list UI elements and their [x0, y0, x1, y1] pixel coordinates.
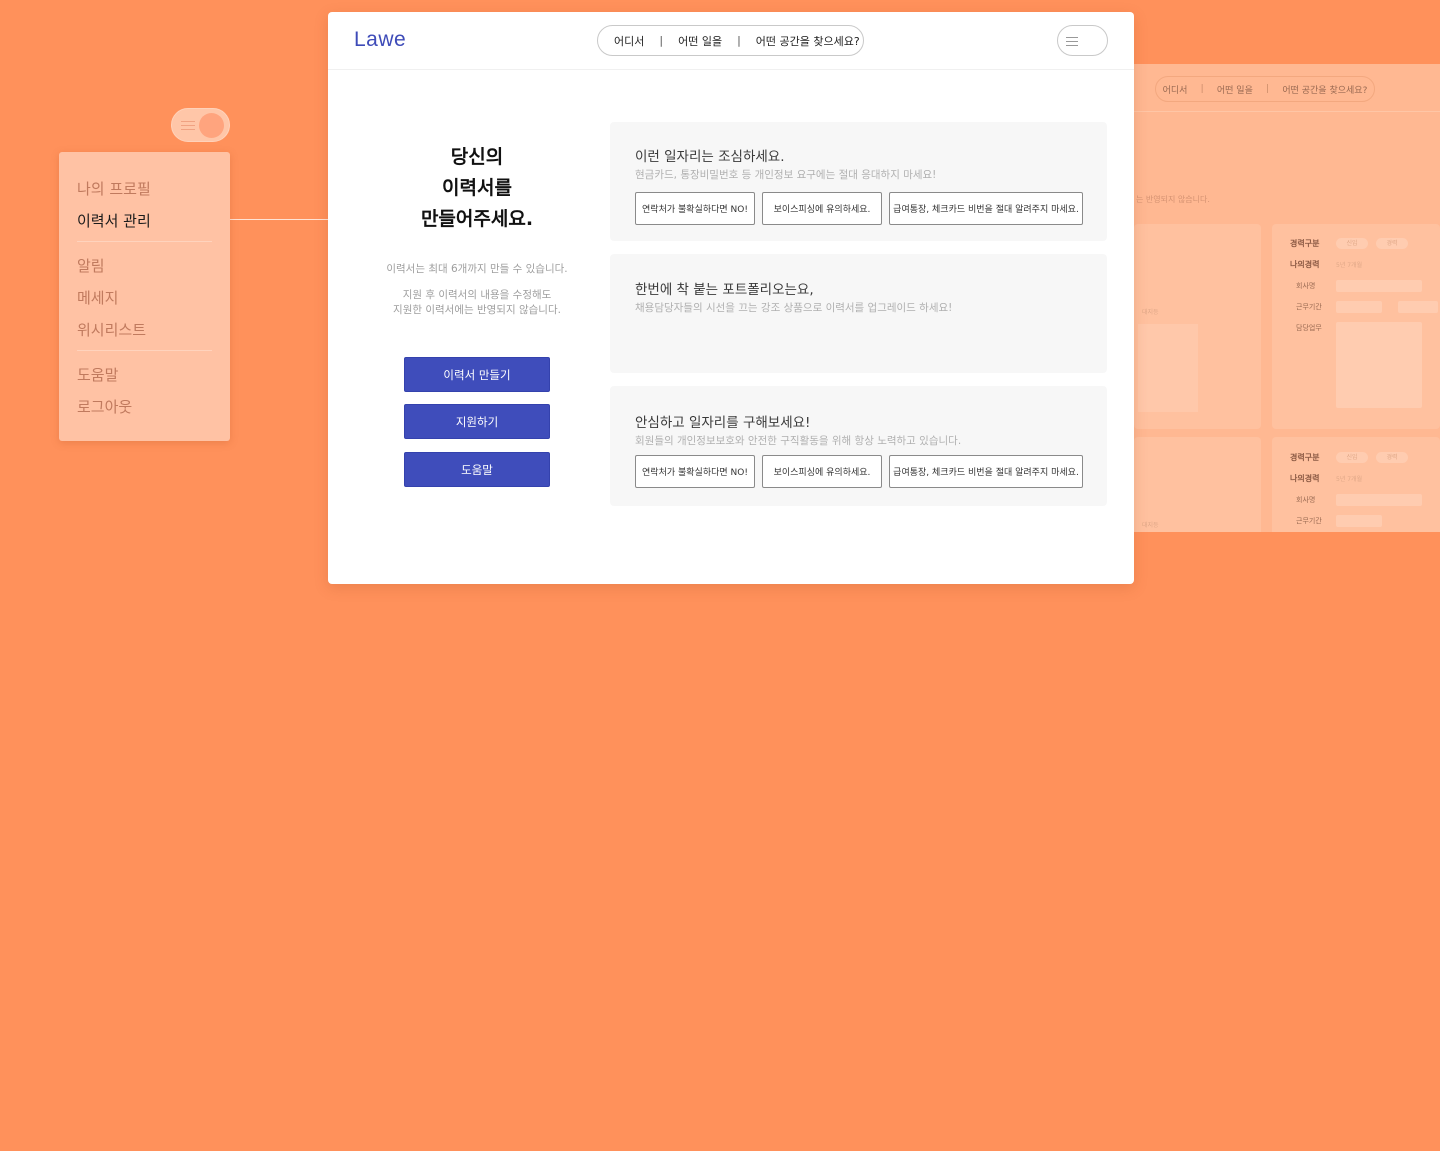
search-where[interactable]: 어디서: [614, 33, 644, 49]
ghost-note: 는 반영되지 않습니다.: [1136, 195, 1210, 204]
ghost-chip: 신입: [1336, 238, 1368, 249]
card-description: 회원들의 개인정보보호와 안전한 구직활동을 위해 항상 노력하고 있습니다.: [635, 435, 962, 447]
ghost-bar: [1336, 279, 1422, 292]
edit-note-line: 지원한 이력서에는 반영되지 않습니다.: [393, 304, 561, 316]
ghost-header: 어디서 | 어떤 일을 | 어떤 공간을 찾으세요?: [1134, 64, 1440, 112]
ghost-row-value: 5년 7개월: [1336, 476, 1363, 483]
tip-chip[interactable]: 연락처가 불확실하다면 NO!: [635, 455, 755, 488]
ghost-bar: [1336, 321, 1422, 408]
avatar-knob: [199, 113, 224, 138]
page-title: 당신의 이력서를 만들어주세요.: [388, 142, 566, 235]
ghost-faint-label: 대지등: [1142, 522, 1159, 529]
tip-chip[interactable]: 연락처가 불확실하다면 NO!: [635, 192, 755, 225]
ghost-career-block: 경력구분 신입 경력 나의경력 5년 7개월 회사명 근무기간 담당업무: [1290, 233, 1438, 408]
ghost-chip: 신입: [1336, 452, 1368, 463]
ghost-thumb: [1138, 324, 1198, 412]
logo[interactable]: Lawe: [354, 28, 406, 52]
page-title-line: 만들어주세요.: [420, 208, 534, 230]
card-title: 이런 일자리는 조심하세요.: [635, 149, 785, 165]
top-bar: Lawe 어디서 | 어떤 일을 | 어떤 공간을 찾으세요?: [328, 12, 1134, 70]
search-separator: |: [659, 34, 664, 47]
ghost-faint-label: 대지등: [1142, 309, 1159, 316]
ghost-row-label: 근무기간: [1296, 516, 1322, 525]
side-menu-item-wishlist[interactable]: 위시리스트: [77, 319, 146, 340]
ghost-row-label: 경력구분: [1290, 453, 1320, 462]
resume-limit-note: 이력서는 최대 6개까지 만들 수 있습니다.: [386, 263, 568, 275]
ghost-search-what: 어떤 일을: [1216, 85, 1253, 96]
portfolio-card[interactable]: 한번에 착 붙는 포트폴리오는요, 채용담당자들의 시선을 끄는 강조 상품으로…: [610, 254, 1107, 373]
edit-note-line: 지원 후 이력서의 내용을 수정해도: [402, 289, 552, 301]
caution-card: 이런 일자리는 조심하세요. 현금카드, 통장비밀번호 등 개인정보 요구에는 …: [610, 122, 1107, 241]
safety-card: 안심하고 일자리를 구해보세요! 회원들의 개인정보보호와 안전한 구직활동을 …: [610, 386, 1107, 506]
card-description: 채용담당자들의 시선을 끄는 강조 상품으로 이력서를 업그레이드 하세요!: [635, 302, 953, 314]
tip-chip[interactable]: 급여통장, 체크카드 비번을 절대 알려주지 마세요.: [889, 455, 1083, 488]
ghost-career-block: 경력구분 신입 경력 나의경력 5년 7개월 회사명 근무기간: [1290, 447, 1422, 531]
card-title: 안심하고 일자리를 구해보세요!: [635, 415, 811, 431]
hamburger-icon: [181, 121, 195, 133]
menu-divider: [77, 241, 212, 242]
ghost-bar: [1336, 300, 1382, 313]
page-title-line: 이력서를: [442, 177, 512, 199]
ghost-search-space: 어떤 공간을 찾으세요?: [1282, 85, 1368, 96]
menu-divider: [77, 350, 212, 351]
create-resume-button[interactable]: 이력서 만들기: [404, 357, 550, 392]
ghost-bar: [1398, 300, 1438, 313]
ghost-chip: 경력: [1376, 452, 1408, 463]
search-what[interactable]: 어떤 일을: [678, 33, 722, 49]
ghost-row-value: 5년 7개월: [1336, 262, 1363, 269]
ghost-bar: [1336, 493, 1422, 506]
menu-button[interactable]: [1057, 25, 1108, 56]
ghost-bar: [1336, 514, 1382, 527]
ghost-chip: 경력: [1376, 238, 1408, 249]
page-title-line: 당신의: [450, 146, 504, 168]
side-menu-item-logout[interactable]: 로그아웃: [77, 396, 132, 417]
ghost-search-pill: 어디서 | 어떤 일을 | 어떤 공간을 찾으세요?: [1155, 76, 1375, 102]
ghost-row-label: 근무기간: [1296, 302, 1322, 311]
ghost-row-label: 나의경력: [1290, 260, 1320, 269]
side-menu-item-notifications[interactable]: 알림: [77, 255, 105, 276]
ghost-separator: |: [1266, 84, 1270, 94]
ghost-row-label: 경력구분: [1290, 239, 1320, 248]
hamburger-icon: [1066, 37, 1078, 49]
tip-chip[interactable]: 보이스피싱에 유의하세요.: [762, 192, 882, 225]
ghost-row-label: 나의경력: [1290, 474, 1320, 483]
resume-edit-note: 지원 후 이력서의 내용을 수정해도 지원한 이력서에는 반영되지 않습니다.: [368, 288, 586, 318]
ghost-separator: |: [1200, 84, 1204, 94]
ghost-card: 대지등: [1134, 224, 1261, 429]
search-bar[interactable]: 어디서 | 어떤 일을 | 어떤 공간을 찾으세요?: [597, 25, 864, 56]
menu-toggle-button[interactable]: [171, 108, 230, 142]
side-menu-item-help[interactable]: 도움말: [77, 364, 118, 385]
tip-chip[interactable]: 급여통장, 체크카드 비번을 절대 알려주지 마세요.: [889, 192, 1083, 225]
card-title: 한번에 착 붙는 포트폴리오는요,: [635, 282, 814, 298]
help-button[interactable]: 도움말: [404, 452, 550, 487]
apply-button[interactable]: 지원하기: [404, 404, 550, 439]
card-description: 현금카드, 통장비밀번호 등 개인정보 요구에는 절대 응대하지 마세요!: [635, 169, 937, 181]
ghost-row-label: 회사명: [1296, 495, 1316, 504]
ghost-search-where: 어디서: [1162, 85, 1188, 96]
side-menu-item-resume[interactable]: 이력서 관리: [77, 210, 151, 231]
side-menu-item-messages[interactable]: 메세지: [77, 287, 118, 308]
main-window: Lawe 어디서 | 어떤 일을 | 어떤 공간을 찾으세요? 당신의 이력서를…: [328, 12, 1134, 584]
side-menu: 나의 프로필 이력서 관리 알림 메세지 위시리스트 도움말 로그아웃: [59, 152, 230, 441]
background-page-preview: 어디서 | 어떤 일을 | 어떤 공간을 찾으세요? 는 반영되지 않습니다. …: [1134, 64, 1440, 532]
search-space[interactable]: 어떤 공간을 찾으세요?: [756, 33, 860, 49]
ghost-card: 대지등: [1134, 437, 1261, 532]
ghost-row-label: 담당업무: [1296, 323, 1322, 332]
side-menu-item-profile[interactable]: 나의 프로필: [77, 178, 151, 199]
search-separator: |: [737, 34, 741, 47]
ghost-row-label: 회사명: [1296, 281, 1316, 290]
tip-chip[interactable]: 보이스피싱에 유의하세요.: [762, 455, 882, 488]
